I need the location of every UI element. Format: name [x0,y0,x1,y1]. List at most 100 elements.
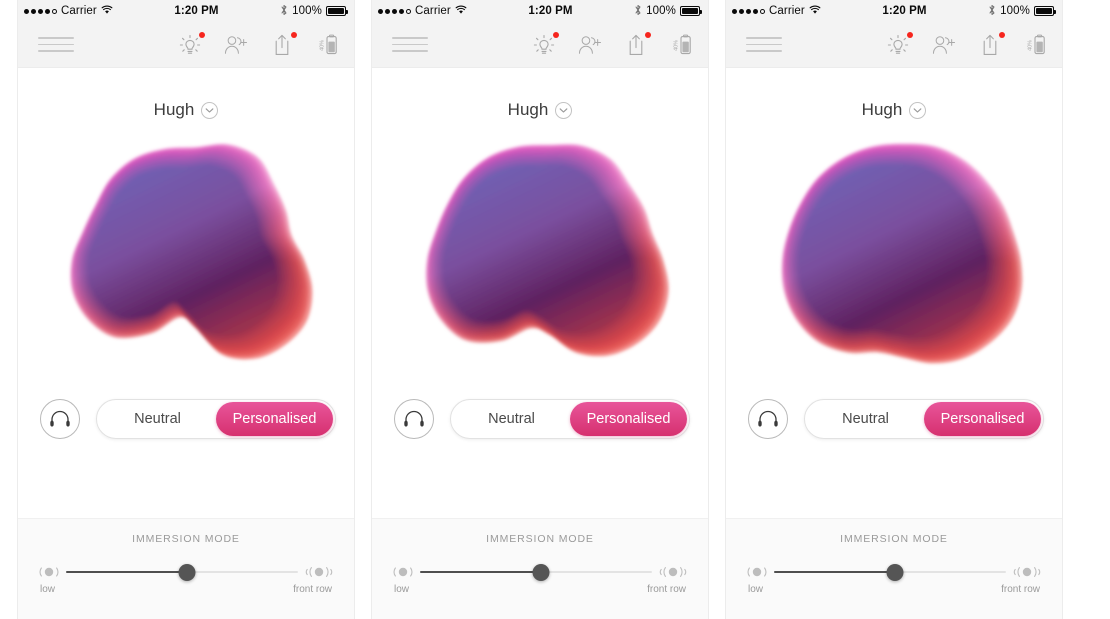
ios-status-bar: Carrier 1:20 PM 100% [372,0,708,22]
profile-mode-row: Neutral Personalised [372,399,708,439]
hearing-profile-blob [735,126,1053,391]
signal-dot [753,8,758,14]
slider-thumb[interactable] [886,563,904,581]
ios-status-bar: Carrier 1:20 PM 100% [726,0,1062,22]
notification-badge-dot [645,31,651,38]
menu-line [746,50,782,52]
device-battery-40-icon[interactable]: 40% [1024,32,1048,58]
device-battery-40-icon[interactable]: 40% [670,32,694,58]
segment-personalised[interactable]: Personalised [216,402,333,436]
slider-max-label: front row [293,584,332,595]
immersion-slider[interactable] [774,563,1006,581]
share-upload-icon[interactable] [624,31,651,58]
profile-selector[interactable]: Hugh [508,100,573,120]
sound-high-icon [304,565,334,579]
app-nav-bar: 40% [372,22,708,68]
brightness-sun-icon[interactable] [178,31,205,58]
add-person-icon[interactable] [224,32,248,58]
hearing-profile-blob [381,126,699,391]
profile-mode-row: Neutral Personalised [726,399,1062,439]
add-person-icon[interactable] [578,32,602,58]
immersion-slider[interactable] [420,563,652,581]
cellular-signal-dots [24,8,57,14]
slider-max-label: front row [647,584,686,595]
chevron-down-circle-icon[interactable] [909,101,927,119]
headphones-icon[interactable] [40,399,80,439]
slider-thumb[interactable] [178,563,196,581]
menu-line [392,37,428,39]
notification-badge-dot [999,31,1005,38]
menu-line [38,43,74,46]
headphones-icon[interactable] [748,399,788,439]
immersion-mode-panel: IMMERSION MODE low front row [372,518,708,619]
segment-personalised[interactable]: Personalised [924,402,1041,436]
signal-dot [406,9,411,14]
notification-badge-dot [199,31,205,38]
segment-neutral[interactable]: Neutral [99,402,216,436]
brightness-sun-icon[interactable] [532,31,559,58]
profile-selector[interactable]: Hugh [862,100,927,120]
chevron-down-circle-icon[interactable] [201,101,219,119]
hamburger-menu-icon[interactable] [746,37,782,52]
signal-dot [739,8,744,14]
signal-dot [399,8,404,14]
battery-full-icon [1034,6,1056,16]
neutral-personalised-toggle[interactable]: Neutral Personalised [804,399,1044,439]
sound-low-icon [392,565,414,579]
neutral-personalised-toggle[interactable]: Neutral Personalised [450,399,690,439]
segment-neutral[interactable]: Neutral [453,402,570,436]
share-upload-icon[interactable] [978,31,1005,58]
menu-line [392,50,428,52]
device-battery-40-icon[interactable]: 40% [316,32,340,58]
immersion-mode-label: IMMERSION MODE [486,533,594,545]
signal-dot [24,8,29,14]
segment-neutral[interactable]: Neutral [807,402,924,436]
notification-badge-dot [553,31,559,38]
nav-icon-group: 40% [886,31,1048,58]
ios-status-bar: Carrier 1:20 PM 100% [18,0,354,22]
sound-high-icon [1012,565,1042,579]
hamburger-menu-icon[interactable] [38,37,74,52]
wifi-icon [455,5,467,18]
slider-end-labels: low front row [38,584,334,595]
sound-low-icon [38,565,60,579]
phone-screen-2: Carrier 1:20 PM 100% 40% Hugh Neutral Pe… [372,0,708,619]
headphones-icon[interactable] [394,399,434,439]
status-right: 100% [280,4,348,19]
signal-dot [385,8,390,14]
immersion-mode-label: IMMERSION MODE [132,533,240,545]
slider-min-label: low [394,584,410,595]
menu-line [746,43,782,46]
add-person-icon[interactable] [932,32,956,58]
wifi-icon [809,5,821,18]
brightness-sun-icon[interactable] [886,31,913,58]
status-clock: 1:20 PM [882,5,927,17]
profile-mode-row: Neutral Personalised [18,399,354,439]
hamburger-menu-icon[interactable] [392,37,428,52]
signal-dot [760,9,765,14]
share-upload-icon[interactable] [270,31,297,58]
profile-selector[interactable]: Hugh [154,100,219,120]
signal-dot [45,8,50,14]
profile-name-label: Hugh [507,100,549,119]
nav-icon-group: 40% [178,31,340,58]
immersion-mode-panel: IMMERSION MODE low front row [18,518,354,619]
neutral-personalised-toggle[interactable]: Neutral Personalised [96,399,336,439]
segment-personalised[interactable]: Personalised [570,402,687,436]
phone-screen-3: Carrier 1:20 PM 100% 40% Hugh Neutral Pe… [726,0,1062,619]
bluetooth-icon [988,4,996,19]
battery-percent-label: 100% [1000,5,1030,17]
slider-end-labels: low front row [392,584,688,595]
slider-track-fill [66,570,187,574]
status-left: Carrier [732,5,821,18]
main-content: Hugh Neutral Personalised [726,68,1062,518]
immersion-slider[interactable] [66,563,298,581]
signal-dot [732,8,737,14]
bluetooth-icon [280,4,288,19]
status-clock: 1:20 PM [174,5,219,17]
notification-badge-dot [291,31,297,38]
main-content: Hugh Neutral Personalised [18,68,354,518]
slider-thumb[interactable] [532,563,550,581]
menu-line [38,37,74,39]
chevron-down-circle-icon[interactable] [555,101,573,119]
